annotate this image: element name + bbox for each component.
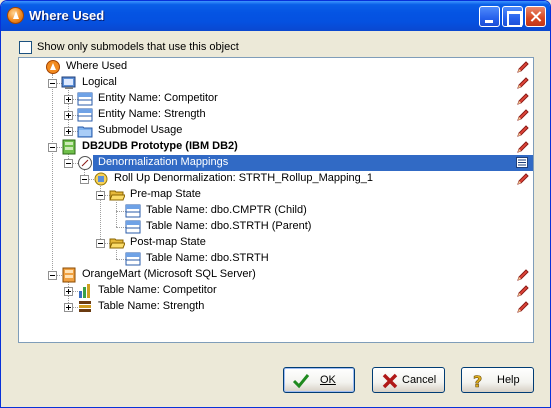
table-icon	[125, 204, 141, 218]
expand-toggle[interactable]	[64, 127, 73, 136]
expand-toggle[interactable]	[64, 111, 73, 120]
maximize-button[interactable]	[502, 6, 523, 27]
expand-toggle[interactable]	[64, 287, 73, 296]
edit-pencil-icon[interactable]	[516, 60, 530, 74]
entity-icon	[77, 108, 93, 122]
collapse-toggle[interactable]	[96, 239, 105, 248]
edit-pencil-icon[interactable]	[516, 76, 530, 90]
folder-icon	[77, 126, 93, 138]
expand-toggle[interactable]	[64, 95, 73, 104]
tree-label: Entity Name: Strength	[98, 108, 206, 120]
close-button[interactable]	[525, 6, 546, 27]
tree-label: Where Used	[66, 60, 128, 72]
edit-pencil-icon[interactable]	[516, 108, 530, 122]
tree-label: Roll Up Denormalization: STRTH_Rollup_Ma…	[114, 172, 374, 184]
edit-pencil-icon[interactable]	[516, 172, 530, 186]
where-used-icon	[46, 60, 60, 74]
edit-pencil-icon[interactable]	[516, 140, 530, 154]
svg-text:?: ?	[473, 372, 482, 390]
table-icon	[125, 252, 141, 266]
edit-pencil-icon[interactable]	[516, 124, 530, 138]
checkmark-icon	[292, 374, 310, 389]
title-bar[interactable]: Where Used	[1, 1, 550, 31]
expand-toggle[interactable]	[64, 303, 73, 312]
tree-label: Submodel Usage	[98, 124, 183, 136]
tree-label: Pre-map State	[130, 188, 201, 200]
tree-label: Entity Name: Competitor	[98, 92, 218, 104]
tree-label: Table Name: Competitor	[98, 284, 217, 296]
table-icon	[125, 220, 141, 234]
open-folder-icon	[109, 238, 125, 249]
database-model-icon	[62, 267, 76, 283]
edit-pencil-icon[interactable]	[516, 300, 530, 314]
cancel-label: Cancel	[402, 374, 437, 386]
ok-label: OK	[320, 374, 336, 386]
tree-label: Table Name: dbo.STRTH	[146, 252, 269, 264]
edit-pencil-icon[interactable]	[516, 284, 530, 298]
tree-label: Logical	[82, 76, 117, 88]
open-folder-icon	[109, 190, 125, 201]
collapse-toggle[interactable]	[48, 143, 57, 152]
tree-label: Post-map State	[130, 236, 206, 248]
tree-label: Table Name: dbo.CMPTR (Child)	[146, 204, 307, 216]
tree-label: Denormalization Mappings	[96, 156, 231, 168]
database-model-icon	[62, 139, 76, 155]
collapse-toggle[interactable]	[48, 271, 57, 280]
help-label: Help	[497, 374, 520, 386]
collapse-toggle[interactable]	[48, 79, 57, 88]
minimize-button[interactable]	[479, 6, 500, 27]
collapse-toggle[interactable]	[80, 175, 89, 184]
collapse-toggle[interactable]	[96, 191, 105, 200]
logical-model-icon	[61, 76, 76, 89]
help-question-icon: ?	[473, 372, 483, 390]
edit-pencil-icon[interactable]	[516, 268, 530, 282]
tree-label: Table Name: dbo.STRTH (Parent)	[146, 220, 312, 232]
tree-label: OrangeMart (Microsoft SQL Server)	[82, 268, 256, 280]
where-used-tree[interactable]: Where Used Logical Entity Name: Competit…	[18, 57, 534, 343]
entity-icon	[77, 92, 93, 106]
ok-button[interactable]: OK	[283, 367, 355, 393]
edit-pencil-icon[interactable]	[516, 92, 530, 106]
where-used-dialog: Where Used Show only submodels that use …	[0, 0, 551, 408]
table-stack-icon	[79, 301, 91, 312]
rollup-mapping-icon	[94, 172, 108, 186]
app-icon	[7, 7, 24, 24]
compass-icon	[78, 156, 92, 170]
tree-label: Table Name: Strength	[98, 300, 205, 312]
help-button[interactable]: ? Help	[461, 367, 534, 393]
tree-label: DB2UDB Prototype (IBM DB2)	[82, 140, 238, 152]
collapse-toggle[interactable]	[64, 159, 73, 168]
cancel-x-icon	[382, 373, 398, 389]
show-only-label: Show only submodels that use this object	[37, 41, 239, 53]
show-only-checkbox[interactable]	[19, 41, 32, 54]
table-chart-icon	[79, 284, 90, 298]
cancel-button[interactable]: Cancel	[372, 367, 445, 393]
window-title: Where Used	[29, 8, 105, 23]
list-icon[interactable]	[516, 157, 528, 168]
